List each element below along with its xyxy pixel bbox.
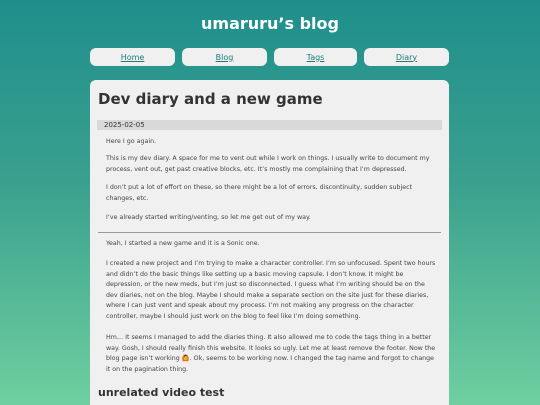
intro-paragraph-1: Here I go again. <box>106 138 157 145</box>
intro-paragraph-3: I don’t put a lot of effort on these, so… <box>106 184 413 202</box>
post-date: 2025-02-05 <box>97 120 442 130</box>
nav-blog-link[interactable]: Blog <box>182 48 267 66</box>
nav-tags-link[interactable]: Tags <box>274 48 357 66</box>
nav-diary-link[interactable]: Diary <box>364 48 449 66</box>
site-title: umaruru’s blog <box>201 14 339 33</box>
body-paragraph-1: Yeah, I started a new game and it is a S… <box>106 240 260 247</box>
post-title: Dev diary and a new game <box>98 90 323 108</box>
intro-paragraph-2: This is my dev diary. A space for me to … <box>106 155 430 173</box>
post-card: Dev diary and a new game 2025-02-05 Here… <box>90 80 449 405</box>
body-paragraph-2: I created a new project and I’m trying t… <box>106 260 436 320</box>
nav-home-link[interactable]: Home <box>90 48 175 66</box>
body-paragraph-3: Hm… It seems I managed to add the diarie… <box>106 334 436 373</box>
section-title: unrelated video test <box>98 386 225 399</box>
section-divider <box>98 232 441 233</box>
nav-bar: Home Blog Tags Diary <box>90 48 449 66</box>
intro-paragraph-4: I’ve already started writing/venting, so… <box>106 214 311 221</box>
